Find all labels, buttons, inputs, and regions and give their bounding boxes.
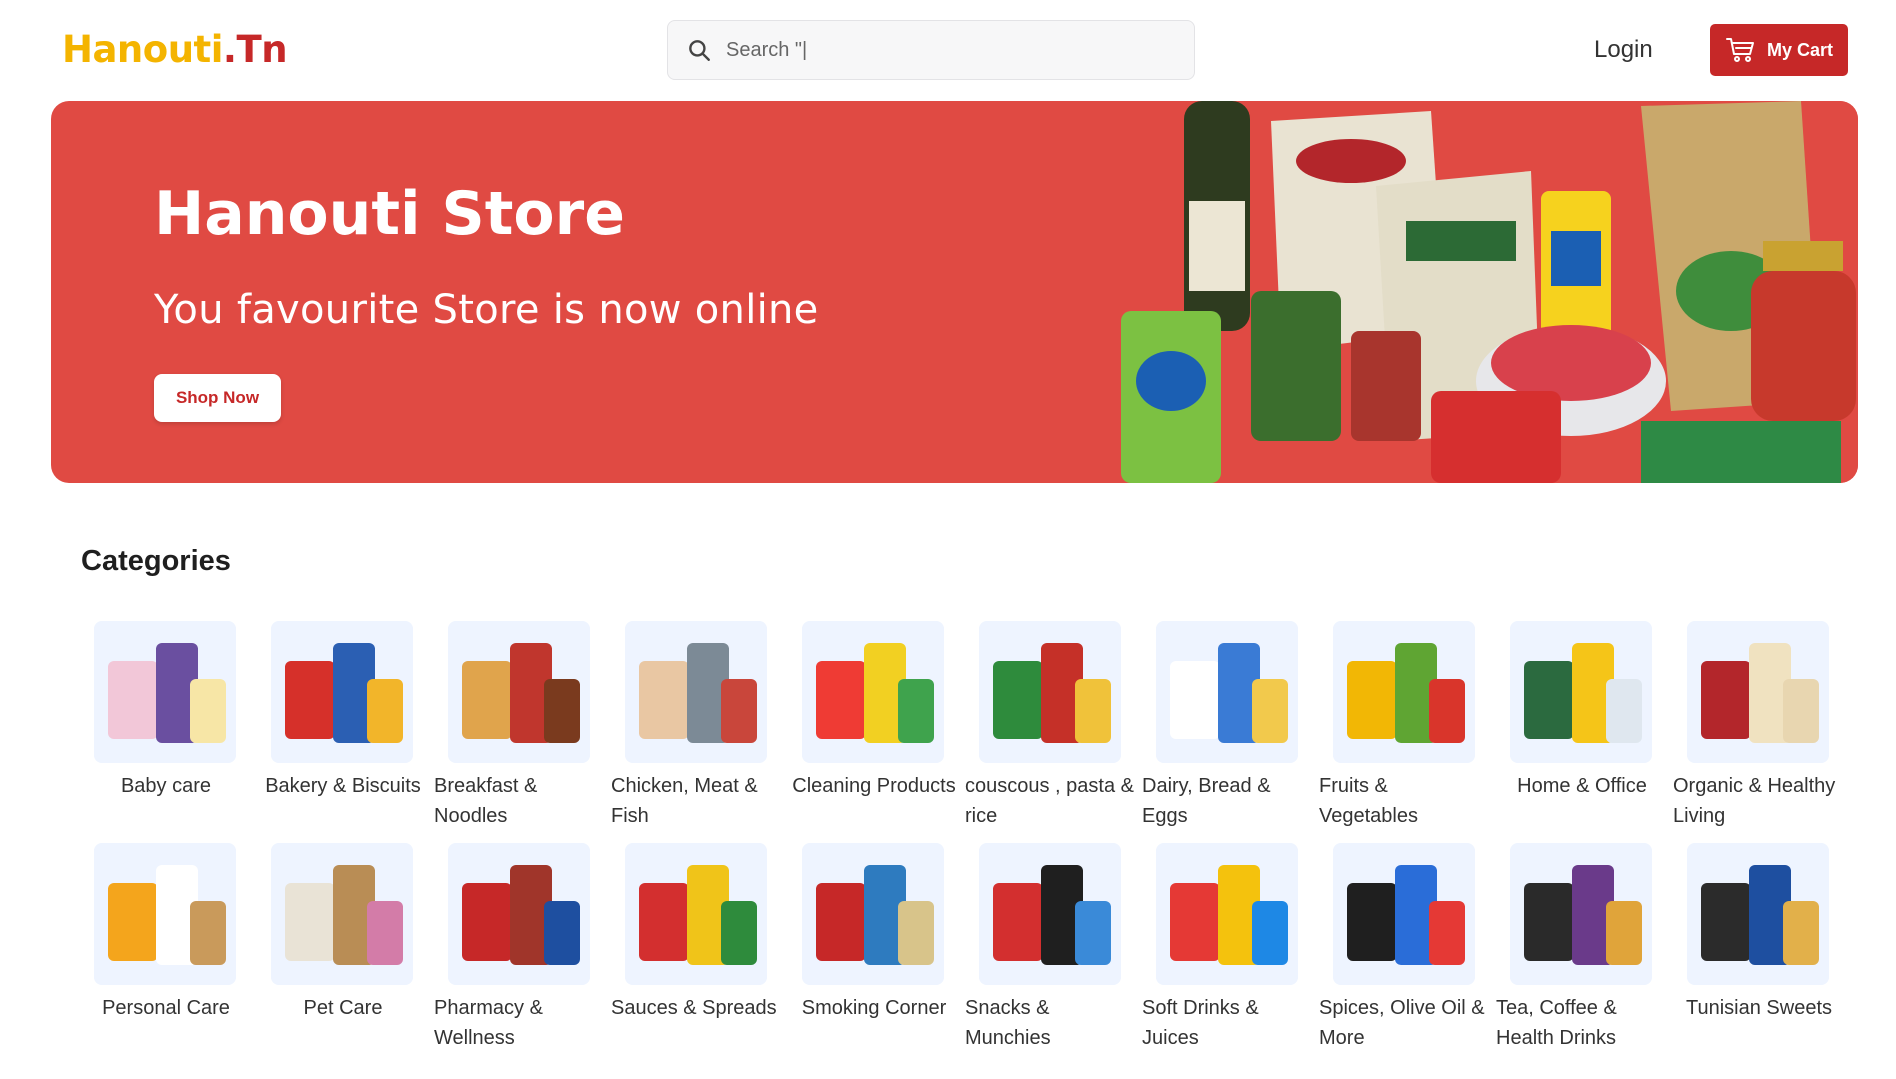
category-label: Organic & Healthy Living <box>1673 775 1836 827</box>
category-image <box>1156 621 1298 763</box>
category-tile-tunisian-sweets[interactable]: Tunisian Sweets <box>1671 843 1847 1023</box>
cart-icon <box>1725 38 1754 62</box>
category-image <box>1510 843 1652 985</box>
my-cart-button[interactable]: My Cart <box>1710 24 1848 76</box>
category-label: Breakfast & Noodles <box>434 775 538 827</box>
search-bar[interactable] <box>667 20 1195 80</box>
site-header: Hanouti.Tn Login My Cart <box>0 0 1896 100</box>
category-tile-smoking-corner[interactable]: Smoking Corner <box>786 843 962 1023</box>
category-label: Personal Care <box>102 997 230 1019</box>
login-link[interactable]: Login <box>1594 36 1653 64</box>
category-tile-cleaning-products[interactable]: Cleaning Products <box>786 621 962 801</box>
category-image <box>625 621 767 763</box>
category-label: Bakery & Biscuits <box>265 775 421 797</box>
category-tile-personal-care[interactable]: Personal Care <box>78 843 254 1023</box>
logo-text-main: Hanouti <box>62 28 223 71</box>
category-tile-dairy-bread-eggs[interactable]: Dairy, Bread & Eggs <box>1140 621 1316 831</box>
category-image <box>271 621 413 763</box>
category-tile-spices-olive-oil-more[interactable]: Spices, Olive Oil & More <box>1317 843 1493 1053</box>
category-tile-pet-care[interactable]: Pet Care <box>255 843 431 1023</box>
category-image <box>1156 843 1298 985</box>
category-image <box>802 621 944 763</box>
category-image <box>448 843 590 985</box>
category-image <box>94 621 236 763</box>
category-image <box>979 621 1121 763</box>
grocery-products-image <box>1101 101 1858 483</box>
site-logo[interactable]: Hanouti.Tn <box>62 28 288 71</box>
category-tile-breakfast-noodles[interactable]: Breakfast & Noodles <box>432 621 608 831</box>
category-tile-soft-drinks-juices[interactable]: Soft Drinks & Juices <box>1140 843 1316 1053</box>
category-tile-fruits-vegetables[interactable]: Fruits & Vegetables <box>1317 621 1493 831</box>
category-label: Pharmacy & Wellness <box>434 997 543 1049</box>
category-tile-couscous-pasta-rice[interactable]: couscous , pasta & rice <box>963 621 1139 831</box>
category-image <box>625 843 767 985</box>
shop-now-button[interactable]: Shop Now <box>154 374 281 422</box>
category-label: Tunisian Sweets <box>1686 997 1832 1019</box>
category-label: Smoking Corner <box>801 997 947 1019</box>
category-label: Home & Office <box>1517 775 1647 797</box>
category-tile-sauces-spreads[interactable]: Sauces & Spreads <box>609 843 785 1023</box>
category-image <box>802 843 944 985</box>
category-tile-bakery-biscuits[interactable]: Bakery & Biscuits <box>255 621 431 801</box>
category-label: couscous , pasta & rice <box>965 775 1134 827</box>
logo-text-suffix: .Tn <box>222 28 288 71</box>
hero-title: Hanouti Store <box>154 179 625 249</box>
category-tile-snacks-munchies[interactable]: Snacks & Munchies <box>963 843 1139 1053</box>
category-tile-chicken-meat-fish[interactable]: Chicken, Meat & Fish <box>609 621 785 831</box>
category-label: Fruits & Vegetables <box>1319 775 1418 827</box>
category-label: Sauces & Spreads <box>611 997 777 1019</box>
category-label: Dairy, Bread & Eggs <box>1142 775 1271 827</box>
category-label: Baby care <box>120 775 212 797</box>
category-image <box>1333 843 1475 985</box>
category-image <box>271 843 413 985</box>
category-image <box>448 621 590 763</box>
category-tile-pharmacy-wellness[interactable]: Pharmacy & Wellness <box>432 843 608 1053</box>
category-label: Cleaning Products <box>792 775 956 797</box>
hero-banner: Hanouti Store You favourite Store is now… <box>51 101 1858 483</box>
category-tile-organic-healthy-living[interactable]: Organic & Healthy Living <box>1671 621 1847 831</box>
category-tile-baby-care[interactable]: Baby care <box>78 621 254 801</box>
category-tile-home-office[interactable]: Home & Office <box>1494 621 1670 801</box>
cart-label: My Cart <box>1766 39 1833 60</box>
category-label: Soft Drinks & Juices <box>1142 997 1259 1049</box>
category-image <box>1510 621 1652 763</box>
category-label: Spices, Olive Oil & More <box>1319 997 1485 1049</box>
category-label: Snacks & Munchies <box>965 997 1051 1049</box>
category-image <box>94 843 236 985</box>
category-image <box>1687 843 1829 985</box>
category-label: Pet Care <box>303 997 383 1019</box>
category-label: Tea, Coffee & Health Drinks <box>1496 997 1617 1049</box>
category-tile-tea-coffee-health-drinks[interactable]: Tea, Coffee & Health Drinks <box>1494 843 1670 1053</box>
hero-subtitle: You favourite Store is now online <box>154 287 819 333</box>
category-image <box>979 843 1121 985</box>
category-label: Chicken, Meat & Fish <box>611 775 758 827</box>
search-input[interactable] <box>726 38 1166 62</box>
categories-heading: Categories <box>81 545 231 577</box>
category-image <box>1687 621 1829 763</box>
search-icon <box>689 40 710 61</box>
category-image <box>1333 621 1475 763</box>
